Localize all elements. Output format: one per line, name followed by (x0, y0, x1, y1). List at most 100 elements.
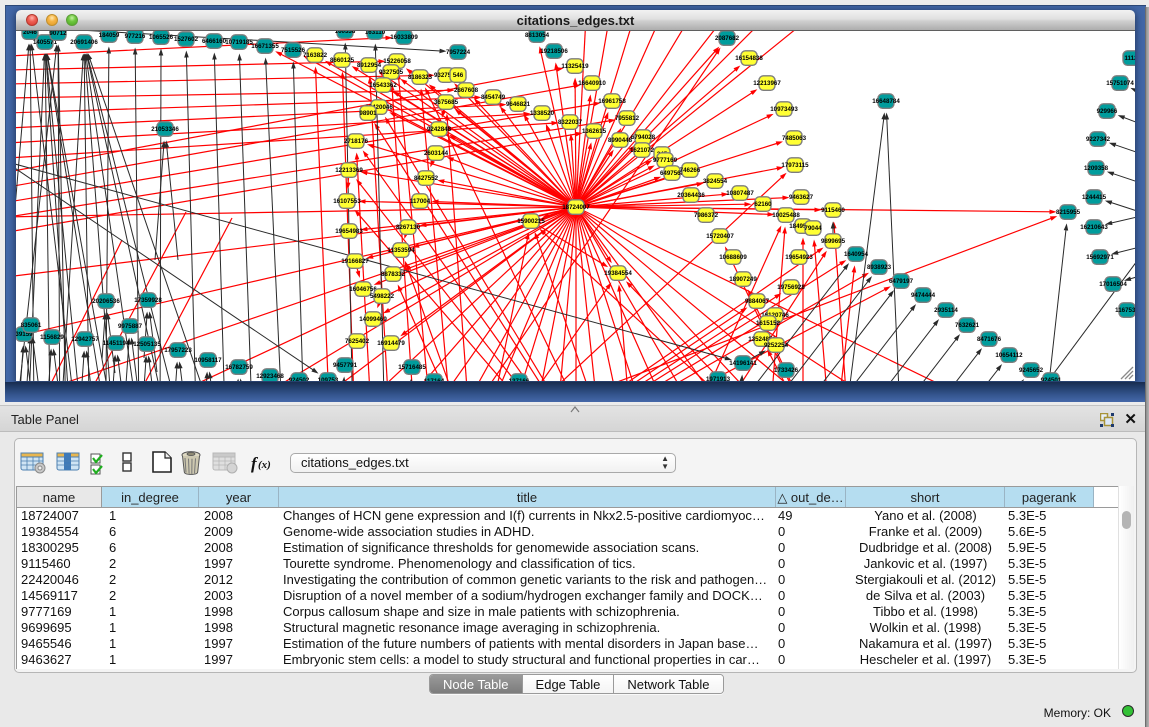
svg-text:929966: 929966 (1097, 108, 1118, 115)
svg-text:19756928: 19756928 (777, 284, 805, 291)
svg-text:10719185: 10719185 (225, 39, 253, 46)
svg-text:977216: 977216 (125, 33, 146, 40)
svg-text:16671355: 16671355 (251, 43, 279, 50)
svg-text:1338520: 1338520 (530, 110, 555, 117)
svg-text:17957223: 17957223 (164, 347, 192, 354)
svg-text:7632621: 7632621 (955, 322, 980, 329)
svg-text:17359928: 17359928 (134, 297, 162, 304)
svg-text:2603144: 2603144 (424, 150, 449, 157)
svg-text:8471676: 8471676 (977, 336, 1002, 343)
svg-text:2935114: 2935114 (934, 307, 958, 314)
svg-text:12923468: 12923468 (256, 373, 284, 380)
svg-text:16107553: 16107553 (333, 198, 361, 205)
svg-text:19654983: 19654983 (335, 228, 363, 235)
svg-text:9474444: 9474444 (911, 292, 936, 299)
svg-text:7485063: 7485063 (782, 135, 807, 142)
svg-text:1209358: 1209358 (1084, 165, 1109, 172)
svg-text:15751074: 15751074 (1106, 80, 1134, 87)
svg-text:9899695: 9899695 (821, 238, 846, 245)
svg-text:15720407: 15720407 (706, 233, 734, 240)
svg-text:8322037: 8322037 (558, 119, 583, 126)
svg-text:16961758: 16961758 (598, 98, 626, 105)
svg-text:10654112: 10654112 (995, 352, 1023, 359)
svg-text:8454749: 8454749 (481, 94, 506, 101)
svg-text:8186323: 8186323 (408, 74, 433, 81)
svg-text:10973493: 10973493 (770, 106, 798, 113)
svg-text:117004: 117004 (410, 198, 431, 205)
svg-text:12505135: 12505135 (133, 341, 161, 348)
svg-text:7955812: 7955812 (615, 115, 640, 122)
svg-text:2867608: 2867608 (454, 87, 479, 94)
svg-text:8267130: 8267130 (396, 224, 421, 231)
svg-text:12213369: 12213369 (335, 167, 363, 174)
svg-text:109753: 109753 (318, 377, 339, 381)
svg-text:9975887: 9975887 (118, 323, 143, 330)
svg-text:3675685: 3675685 (434, 99, 459, 106)
svg-text:20206536: 20206536 (92, 298, 120, 305)
svg-text:7515526: 7515526 (281, 47, 306, 54)
svg-text:1244415: 1244415 (1082, 194, 1107, 201)
svg-text:137166: 137166 (509, 378, 530, 381)
svg-text:9457791: 9457791 (333, 362, 358, 369)
svg-text:16154838: 16154838 (735, 55, 763, 62)
svg-text:924501: 924501 (1041, 377, 1062, 381)
svg-text:2087682: 2087682 (715, 35, 740, 42)
svg-text:3824554: 3824554 (703, 178, 728, 185)
svg-text:14196141: 14196141 (729, 360, 757, 367)
svg-text:7957224: 7957224 (446, 49, 471, 56)
svg-text:20691406: 20691406 (70, 39, 98, 46)
svg-text:546: 546 (453, 72, 464, 79)
svg-text:11325419: 11325419 (561, 63, 589, 70)
svg-text:9227342: 9227342 (1086, 136, 1111, 143)
svg-text:1640954: 1640954 (844, 251, 869, 258)
svg-text:11353594: 11353594 (387, 247, 415, 254)
svg-text:8660125: 8660125 (330, 57, 355, 64)
svg-text:8938923: 8938923 (867, 264, 892, 271)
svg-text:1167533: 1167533 (1115, 307, 1135, 314)
svg-text:11451194: 11451194 (103, 340, 130, 347)
svg-text:8878332: 8878332 (381, 271, 406, 278)
svg-text:9327505: 9327505 (379, 69, 404, 76)
svg-text:9777169: 9777169 (653, 157, 678, 164)
svg-text:6466160: 6466160 (202, 38, 227, 45)
svg-text:184059: 184059 (99, 32, 120, 39)
svg-text:18907249: 18907249 (729, 276, 757, 283)
svg-text:2718176: 2718176 (344, 138, 369, 145)
svg-text:16543362: 16543362 (369, 82, 397, 89)
svg-text:7163822: 7163822 (303, 52, 328, 59)
svg-text:10807487: 10807487 (726, 190, 754, 197)
svg-text:9252254: 9252254 (764, 342, 789, 349)
svg-text:8990448: 8990448 (608, 137, 633, 144)
svg-text:79044: 79044 (804, 225, 822, 232)
svg-text:(x): (x) (258, 459, 271, 471)
svg-text:8813054: 8813054 (525, 32, 550, 39)
svg-text:12213967: 12213967 (753, 80, 781, 87)
svg-text:19384554: 19384554 (604, 270, 632, 277)
svg-text:9646821: 9646821 (506, 101, 531, 108)
svg-text:1527602: 1527602 (174, 36, 199, 43)
svg-text:9245652: 9245652 (1019, 367, 1044, 374)
svg-text:1362615: 1362615 (582, 128, 607, 135)
svg-text:1621072: 1621072 (630, 147, 655, 154)
svg-text:9242848: 9242848 (427, 126, 452, 133)
svg-text:16210643: 16210643 (1080, 224, 1108, 231)
svg-text:7986372: 7986372 (694, 212, 719, 219)
svg-text:1112: 1112 (1124, 55, 1135, 62)
svg-text:19654923: 19654923 (785, 254, 813, 261)
svg-text:835061: 835061 (21, 322, 42, 329)
svg-text:2046: 2046 (23, 31, 37, 36)
svg-text:9463627: 9463627 (789, 194, 814, 201)
svg-text:160338: 160338 (335, 31, 356, 35)
svg-text:1733426: 1733426 (774, 367, 799, 374)
svg-text:9884067: 9884067 (745, 298, 770, 305)
svg-text:8427552: 8427552 (414, 175, 439, 182)
svg-text:21053346: 21053346 (151, 126, 179, 133)
svg-text:1615152: 1615152 (756, 320, 781, 327)
svg-text:5498222: 5498222 (370, 293, 395, 300)
svg-text:8215955: 8215955 (1056, 209, 1081, 216)
svg-text:10958117: 10958117 (194, 357, 222, 364)
svg-text:14099469: 14099469 (359, 316, 387, 323)
svg-text:15900215: 15900215 (517, 218, 545, 225)
svg-text:90712: 90712 (49, 31, 67, 37)
svg-text:18724007: 18724007 (562, 204, 590, 211)
